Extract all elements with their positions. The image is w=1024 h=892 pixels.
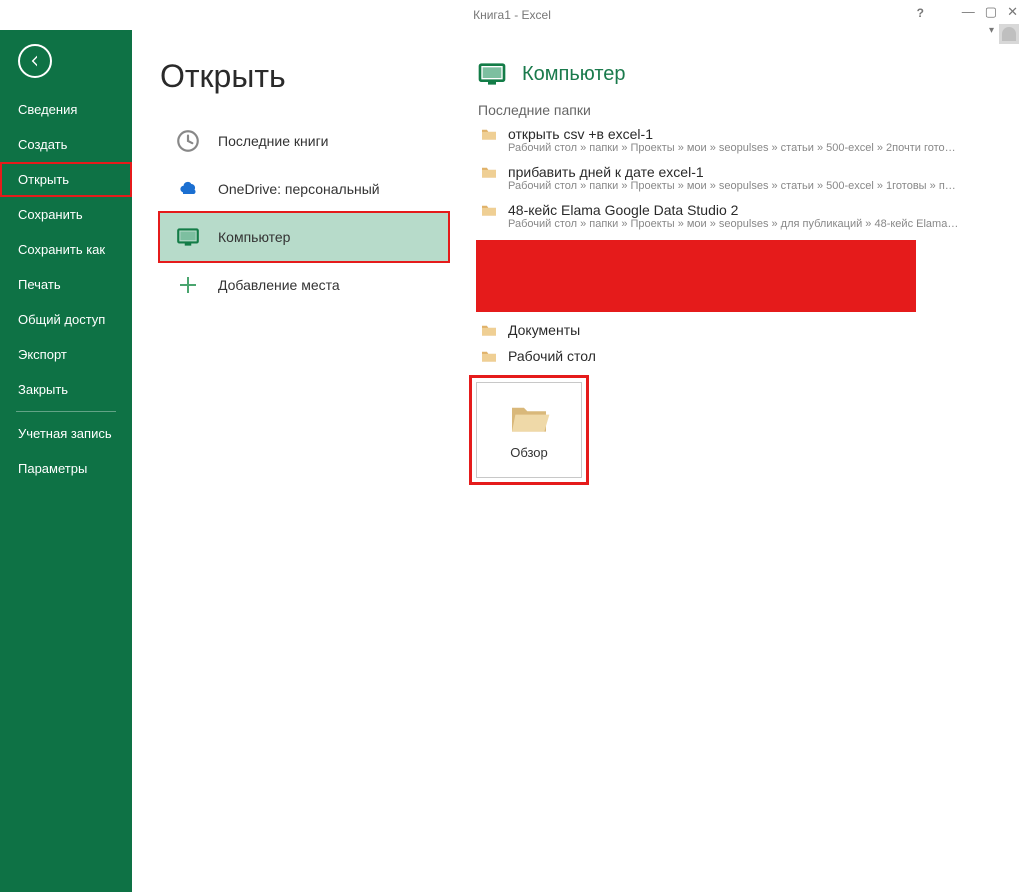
folder-desktop[interactable]: Рабочий стол	[476, 344, 1004, 370]
sidebar-item-label: Учетная запись	[18, 426, 112, 441]
cloud-icon	[174, 175, 202, 203]
ribbon-menu-icon[interactable]: ▾	[989, 25, 994, 36]
sidebar-item-account[interactable]: Учетная запись	[0, 416, 132, 451]
folder-open-icon	[508, 401, 550, 435]
sidebar-separator	[16, 411, 116, 412]
folder-icon	[480, 203, 498, 217]
sidebar-item-label: Общий доступ	[18, 312, 105, 327]
recent-folder[interactable]: открыть csv +в excel-1 Рабочий стол » па…	[476, 122, 1004, 160]
sidebar-item-info[interactable]: Сведения	[0, 92, 132, 127]
sidebar-item-share[interactable]: Общий доступ	[0, 302, 132, 337]
folder-icon	[480, 349, 498, 363]
place-label: OneDrive: персональный	[218, 181, 380, 197]
browse-label: Обзор	[510, 445, 548, 460]
title-bar: ? Книга1 - Excel — ▢ ✕ ▾	[0, 0, 1024, 30]
sidebar-item-label: Создать	[18, 137, 67, 152]
sidebar-item-label: Открыть	[18, 172, 69, 187]
window-title: Книга1 - Excel	[473, 8, 551, 22]
sidebar-item-label: Печать	[18, 277, 61, 292]
computer-icon	[174, 223, 202, 251]
folder-icon	[480, 165, 498, 179]
folder-path: Рабочий стол » папки » Проекты » мои » s…	[480, 218, 960, 230]
window-controls: — ▢ ✕	[962, 4, 1018, 20]
maximize-button[interactable]: ▢	[985, 4, 997, 20]
sidebar-item-options[interactable]: Параметры	[0, 451, 132, 486]
recent-folders-heading: Последние папки	[478, 102, 1004, 118]
place-label: Добавление места	[218, 277, 340, 293]
computer-icon	[476, 58, 508, 90]
minimize-button[interactable]: —	[962, 4, 975, 20]
close-button[interactable]: ✕	[1007, 4, 1018, 20]
folder-path: Рабочий стол » папки » Проекты » мои » s…	[480, 142, 960, 154]
places-column: Открыть Последние книги OneDrive: персон…	[160, 58, 448, 892]
sidebar-item-new[interactable]: Создать	[0, 127, 132, 162]
location-title: Компьютер	[522, 63, 626, 86]
place-onedrive[interactable]: OneDrive: персональный	[160, 165, 448, 213]
sidebar-item-export[interactable]: Экспорт	[0, 337, 132, 372]
sidebar-item-label: Сохранить	[18, 207, 83, 222]
recent-folders-list: открыть csv +в excel-1 Рабочий стол » па…	[476, 122, 1004, 370]
main-content: Открыть Последние книги OneDrive: персон…	[132, 30, 1024, 892]
folder-icon	[480, 127, 498, 141]
avatar[interactable]	[999, 24, 1019, 44]
recent-folder[interactable]: прибавить дней к дате excel-1 Рабочий ст…	[476, 160, 1004, 198]
place-recent[interactable]: Последние книги	[160, 117, 448, 165]
folder-name: Документы	[508, 322, 580, 338]
place-label: Последние книги	[218, 133, 329, 149]
sidebar-item-close[interactable]: Закрыть	[0, 372, 132, 407]
sidebar-item-label: Экспорт	[18, 347, 67, 362]
folder-name: Рабочий стол	[508, 348, 596, 364]
place-computer[interactable]: Компьютер	[160, 213, 448, 261]
folder-documents[interactable]: Документы	[476, 318, 1004, 344]
folder-name: прибавить дней к дате excel-1	[508, 164, 704, 180]
location-detail-column: Компьютер Последние папки открыть csv +в…	[448, 58, 1024, 892]
place-add-location[interactable]: Добавление места	[160, 261, 448, 309]
page-heading: Открыть	[160, 58, 448, 95]
help-icon[interactable]: ?	[917, 6, 924, 20]
arrow-left-icon	[27, 53, 43, 69]
browse-button[interactable]: Обзор	[476, 382, 582, 478]
backstage-sidebar: Сведения Создать Открыть Сохранить Сохра…	[0, 30, 132, 892]
folder-name: открыть csv +в excel-1	[508, 126, 653, 142]
sidebar-item-save[interactable]: Сохранить	[0, 197, 132, 232]
folder-path: Рабочий стол » папки » Проекты » мои » s…	[480, 180, 960, 192]
sidebar-item-open[interactable]: Открыть	[0, 162, 132, 197]
recent-folder[interactable]: 48-кейс Elama Google Data Studio 2 Рабоч…	[476, 198, 1004, 236]
plus-icon	[174, 271, 202, 299]
sidebar-item-print[interactable]: Печать	[0, 267, 132, 302]
sidebar-item-label: Сохранить как	[18, 242, 105, 257]
folder-icon	[480, 323, 498, 337]
sidebar-item-save-as[interactable]: Сохранить как	[0, 232, 132, 267]
redacted-block	[476, 240, 916, 312]
place-label: Компьютер	[218, 229, 290, 245]
sidebar-item-label: Сведения	[18, 102, 77, 117]
location-header: Компьютер	[476, 58, 1004, 90]
back-button[interactable]	[18, 44, 52, 78]
folder-name: 48-кейс Elama Google Data Studio 2	[508, 202, 738, 218]
sidebar-item-label: Параметры	[18, 461, 87, 476]
sidebar-item-label: Закрыть	[18, 382, 68, 397]
clock-icon	[174, 127, 202, 155]
